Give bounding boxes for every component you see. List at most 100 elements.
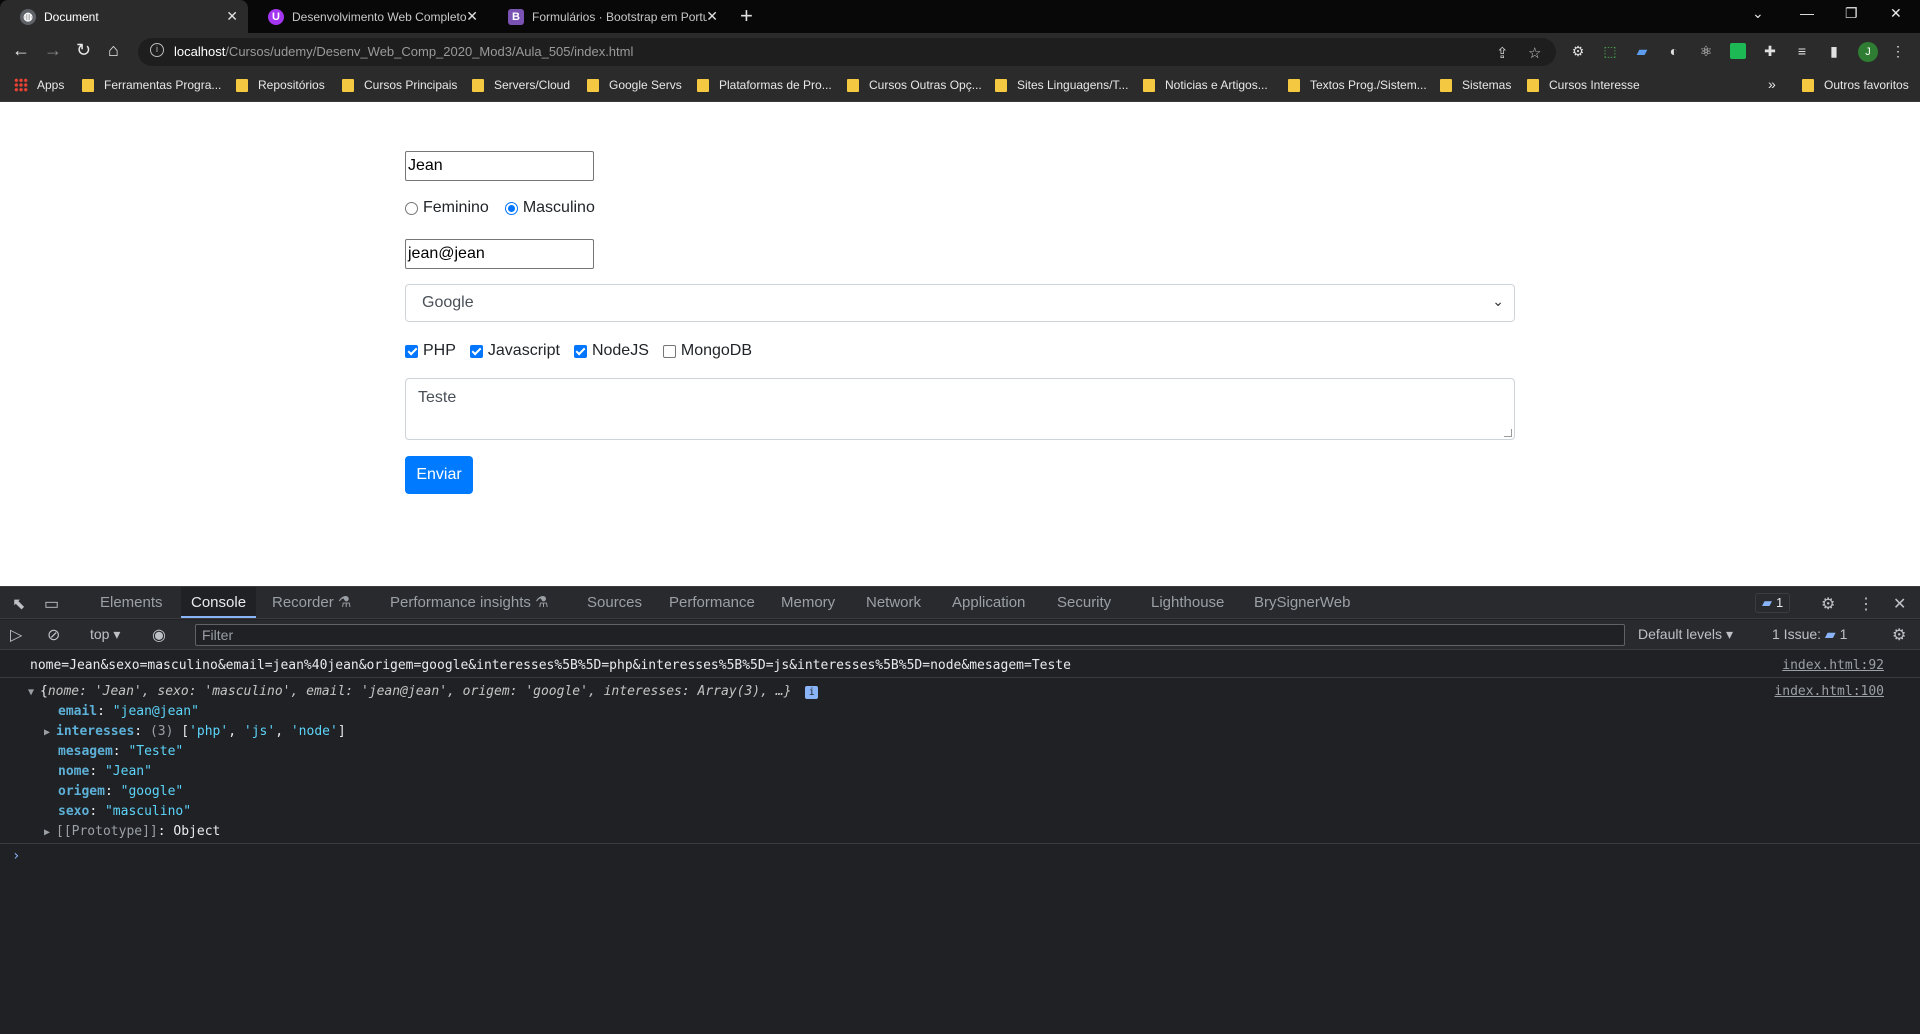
bookmark-folder[interactable]: Repositórios bbox=[236, 78, 325, 92]
close-devtools-icon[interactable]: ✕ bbox=[1893, 594, 1906, 614]
log-levels-dropdown[interactable]: Default levels ▾ bbox=[1638, 626, 1733, 643]
inspect-element-icon[interactable]: ⬉ bbox=[12, 594, 25, 614]
console-settings-gear-icon[interactable]: ⚙ bbox=[1892, 625, 1906, 645]
settings-gear-icon[interactable]: ⚙ bbox=[1821, 594, 1835, 614]
object-field-prototype[interactable]: ▶ [[Prototype]]: Object bbox=[0, 824, 1920, 839]
home-button[interactable]: ⌂ bbox=[108, 40, 119, 61]
nome-input[interactable]: Jean bbox=[405, 151, 594, 181]
info-icon[interactable]: i bbox=[805, 686, 819, 699]
expand-triangle-icon[interactable]: ▼ bbox=[28, 687, 40, 698]
close-window-button[interactable]: ✕ bbox=[1890, 5, 1902, 22]
checkbox-box[interactable] bbox=[405, 344, 418, 358]
profile-avatar[interactable]: J bbox=[1858, 42, 1878, 62]
bookmarks-overflow-button[interactable]: » bbox=[1768, 76, 1776, 92]
extension-green-icon[interactable] bbox=[1730, 43, 1746, 59]
radio-masculino[interactable] bbox=[504, 201, 518, 215]
extension-circle-icon[interactable]: ◐ bbox=[1666, 43, 1682, 59]
checkbox-mongodb[interactable]: MongoDB bbox=[662, 342, 752, 360]
expand-triangle-icon[interactable]: ▶ bbox=[44, 727, 56, 738]
tab-udemy[interactable]: U Desenvolvimento Web Completo ✕ bbox=[248, 0, 488, 33]
back-button[interactable]: ← bbox=[12, 40, 30, 61]
checkbox-box[interactable] bbox=[573, 344, 587, 358]
reload-button[interactable]: ↻ bbox=[76, 40, 91, 61]
extension-screen-icon[interactable]: ⬚ bbox=[1602, 43, 1618, 59]
bookmark-star-icon[interactable]: ☆ bbox=[1528, 44, 1541, 62]
reading-list-icon[interactable]: ≡ bbox=[1794, 43, 1810, 59]
devtools-menu-icon[interactable]: ⋮ bbox=[1858, 594, 1874, 614]
bookmark-folder[interactable]: Servers/Cloud bbox=[472, 78, 570, 92]
issues-counter[interactable]: 1 Issue: ▰ 1 bbox=[1772, 626, 1847, 643]
source-link[interactable]: index.html:92 bbox=[1782, 658, 1884, 673]
bookmark-apps[interactable]: Apps bbox=[14, 78, 64, 92]
share-icon[interactable]: ⇪ bbox=[1496, 44, 1509, 62]
devtools-tab-elements[interactable]: Elements bbox=[100, 587, 163, 618]
bookmark-folder[interactable]: Google Servs bbox=[587, 78, 682, 92]
bookmark-folder[interactable]: Textos Prog./Sistem... bbox=[1288, 78, 1427, 92]
checkbox-nodejs[interactable]: NodeJS bbox=[573, 342, 649, 360]
object-field-interesses[interactable]: ▶ interesses: (3) ['php', 'js', 'node'] bbox=[0, 724, 1920, 739]
devtools-tab-performance-insights[interactable]: Performance insights ⚗ bbox=[390, 587, 549, 618]
forward-button[interactable]: → bbox=[44, 40, 62, 61]
checkbox-php[interactable]: PHP bbox=[405, 342, 456, 360]
bookmark-folder[interactable]: Cursos Interesse bbox=[1527, 78, 1640, 92]
bookmark-folder[interactable]: Sistemas bbox=[1440, 78, 1511, 92]
site-info-icon[interactable]: i bbox=[150, 43, 164, 57]
console-filter-input[interactable]: Filter bbox=[195, 624, 1625, 646]
devtools-tab-application[interactable]: Application bbox=[952, 587, 1025, 618]
bookmark-folder[interactable]: Plataformas de Pro... bbox=[697, 78, 832, 92]
devtools-tab-recorder[interactable]: Recorder ⚗ bbox=[272, 587, 351, 618]
tab-bootstrap[interactable]: B Formulários · Bootstrap em Portu ✕ bbox=[488, 0, 728, 33]
other-bookmarks[interactable]: Outros favoritos bbox=[1802, 78, 1909, 92]
checkbox-box[interactable] bbox=[469, 344, 483, 358]
device-toolbar-icon[interactable]: ▭ bbox=[44, 594, 59, 614]
extension-react-icon[interactable]: ⚛ bbox=[1698, 43, 1714, 59]
devtools-tab-performance[interactable]: Performance bbox=[669, 587, 755, 618]
tab-search-icon[interactable]: ⌄ bbox=[1752, 5, 1764, 22]
restore-button[interactable]: ❐ bbox=[1845, 5, 1858, 22]
live-expression-eye-icon[interactable]: ◉ bbox=[152, 625, 166, 645]
mensagem-textarea[interactable]: Teste bbox=[405, 378, 1515, 440]
devtools-tab-sources[interactable]: Sources bbox=[587, 587, 642, 618]
context-selector[interactable]: top ▾ bbox=[90, 626, 120, 643]
extension-gear-icon[interactable]: ⚙ bbox=[1570, 43, 1586, 59]
close-tab-icon[interactable]: ✕ bbox=[226, 8, 238, 25]
devtools-tab-memory[interactable]: Memory bbox=[781, 587, 835, 618]
new-tab-button[interactable]: + bbox=[740, 3, 753, 29]
bookmark-folder[interactable]: Sites Linguagens/T... bbox=[995, 78, 1128, 92]
close-tab-icon[interactable]: ✕ bbox=[466, 8, 478, 25]
messages-badge[interactable]: ▰ 1 bbox=[1755, 593, 1791, 613]
source-link[interactable]: index.html:100 bbox=[1774, 684, 1884, 699]
enviar-button[interactable]: Enviar bbox=[405, 456, 473, 494]
bookmark-folder[interactable]: Ferramentas Progra... bbox=[82, 78, 221, 92]
devtools-tab-lighthouse[interactable]: Lighthouse bbox=[1151, 587, 1224, 618]
console-log-object-summary[interactable]: ▼ {nome: 'Jean', sexo: 'masculino', email… bbox=[0, 684, 1920, 699]
bookmark-folder[interactable]: Noticias e Artigos... bbox=[1143, 78, 1268, 92]
udemy-icon: U bbox=[268, 8, 284, 25]
checkbox-box[interactable] bbox=[662, 344, 676, 358]
sidebar-toggle-icon[interactable]: ▷ bbox=[10, 625, 22, 645]
bookmark-folder[interactable]: Cursos Principais bbox=[342, 78, 457, 92]
minimize-button[interactable]: — bbox=[1800, 5, 1814, 21]
dropdown-triangle-icon: ▾ bbox=[113, 626, 121, 642]
email-input[interactable]: jean@jean bbox=[405, 239, 594, 269]
devtools-tab-network[interactable]: Network bbox=[866, 587, 921, 618]
extensions-puzzle-icon[interactable]: ✚ bbox=[1762, 43, 1778, 59]
origem-select[interactable]: Google ⌄ bbox=[405, 284, 1515, 322]
checkbox-javascript[interactable]: Javascript bbox=[469, 342, 560, 360]
dropdown-triangle-icon: ▾ bbox=[1725, 626, 1733, 642]
resize-handle[interactable] bbox=[1504, 429, 1512, 437]
devtools-tab-brysignerweb[interactable]: BrySignerWeb bbox=[1254, 587, 1350, 618]
extension-blue-icon[interactable]: ▰ bbox=[1634, 43, 1650, 59]
radio-feminino[interactable] bbox=[405, 201, 418, 215]
tab-document[interactable]: ◍ Document ✕ bbox=[0, 0, 248, 33]
address-bar[interactable]: i localhost/Cursos/udemy/Desenv_Web_Comp… bbox=[138, 38, 1556, 66]
expand-triangle-icon[interactable]: ▶ bbox=[44, 827, 56, 838]
bookmark-folder[interactable]: Cursos Outras Opç... bbox=[847, 78, 982, 92]
side-panel-icon[interactable]: ▮ bbox=[1826, 43, 1842, 59]
console-prompt-icon[interactable]: › bbox=[12, 848, 20, 864]
close-tab-icon[interactable]: ✕ bbox=[706, 8, 718, 25]
menu-kebab-icon[interactable]: ⋮ bbox=[1890, 43, 1906, 59]
devtools-tab-security[interactable]: Security bbox=[1057, 587, 1111, 618]
devtools-tab-console[interactable]: Console bbox=[181, 587, 257, 618]
clear-console-icon[interactable]: ⊘ bbox=[47, 625, 60, 645]
